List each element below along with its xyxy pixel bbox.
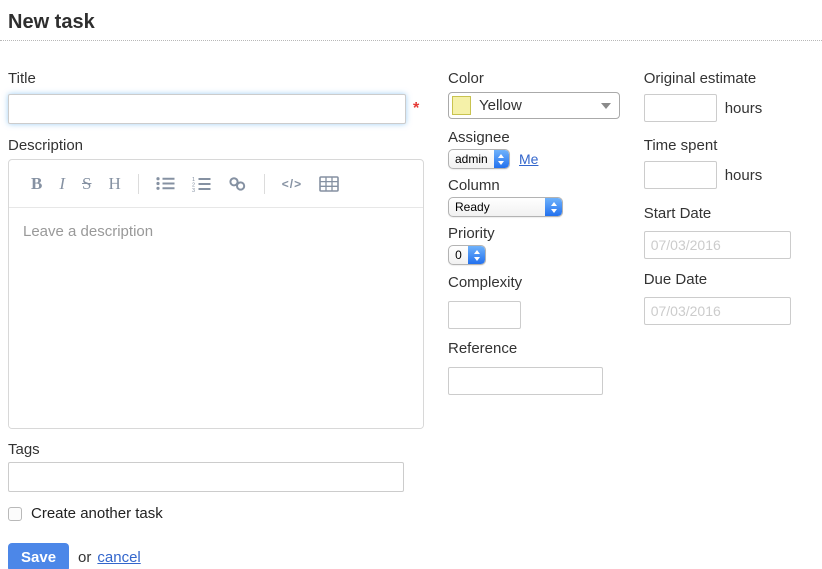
due-date-label: Due Date xyxy=(644,272,814,287)
toolbar-separator xyxy=(264,174,265,194)
required-asterisk: * xyxy=(413,100,419,118)
page-title: New task xyxy=(8,11,814,34)
original-estimate-suffix: hours xyxy=(725,100,763,117)
tags-label: Tags xyxy=(8,442,424,457)
time-spent-row: hours xyxy=(644,161,814,189)
time-spent-label: Time spent xyxy=(644,138,814,153)
assignee-row: admin Me xyxy=(448,149,644,178)
description-textarea[interactable] xyxy=(9,208,423,428)
original-estimate-label: Original estimate xyxy=(644,71,814,86)
complexity-input[interactable] xyxy=(448,301,521,329)
priority-select[interactable]: 0 xyxy=(448,245,486,265)
italic-icon[interactable]: I xyxy=(59,175,65,192)
start-date-input[interactable] xyxy=(644,231,791,259)
start-date-label: Start Date xyxy=(644,206,814,221)
column-row: Ready xyxy=(448,197,644,226)
assignee-label: Assignee xyxy=(448,130,644,145)
right-column: Original estimate hours Time spent hours… xyxy=(644,71,814,569)
chevron-down-icon xyxy=(601,103,611,109)
title-row: * xyxy=(8,94,424,124)
select-stepper-icon xyxy=(468,246,485,264)
left-column: Title * Description B I S H xyxy=(8,71,424,569)
reference-input[interactable] xyxy=(448,367,603,395)
original-estimate-input[interactable] xyxy=(644,94,717,122)
assignee-selected-value: admin xyxy=(449,150,494,168)
priority-selected-value: 0 xyxy=(449,246,468,264)
time-spent-suffix: hours xyxy=(725,167,763,184)
create-another-checkbox[interactable] xyxy=(8,507,22,521)
toolbar-separator xyxy=(138,174,139,194)
column-label: Column xyxy=(448,178,644,193)
description-label: Description xyxy=(8,138,424,153)
create-another-row: Create another task xyxy=(8,505,424,522)
select-stepper-icon xyxy=(545,198,562,216)
priority-row: 0 xyxy=(448,245,644,275)
unordered-list-icon[interactable] xyxy=(156,176,175,191)
editor-toolbar: B I S H 123 xyxy=(9,160,423,208)
description-editor: B I S H 123 xyxy=(8,159,424,429)
original-estimate-row: hours xyxy=(644,94,814,122)
svg-text:3: 3 xyxy=(192,188,195,192)
page-header: New task xyxy=(0,0,822,41)
color-swatch-yellow xyxy=(452,96,471,115)
title-input[interactable] xyxy=(8,94,406,124)
color-select[interactable]: Yellow xyxy=(448,92,620,119)
priority-label: Priority xyxy=(448,226,644,241)
ordered-list-icon[interactable]: 123 xyxy=(192,176,211,192)
create-another-label: Create another task xyxy=(31,505,163,522)
select-stepper-icon xyxy=(494,150,509,168)
or-text: or xyxy=(78,549,91,566)
middle-column: Color Yellow Assignee admin Me Column Re… xyxy=(448,71,644,569)
column-select[interactable]: Ready xyxy=(448,197,563,217)
color-label: Color xyxy=(448,71,644,86)
tags-input[interactable] xyxy=(8,462,404,492)
color-selected-value: Yellow xyxy=(479,97,601,114)
new-task-form: Title * Description B I S H xyxy=(0,71,822,569)
save-button[interactable]: Save xyxy=(8,543,69,569)
cancel-link[interactable]: cancel xyxy=(97,549,140,566)
complexity-label: Complexity xyxy=(448,275,644,290)
due-date-input[interactable] xyxy=(644,297,791,325)
link-icon[interactable] xyxy=(228,177,247,191)
assign-me-link[interactable]: Me xyxy=(519,151,538,167)
table-icon[interactable] xyxy=(319,176,339,192)
time-spent-input[interactable] xyxy=(644,161,717,189)
column-selected-value: Ready xyxy=(449,198,545,216)
bold-icon[interactable]: B xyxy=(31,175,42,192)
strikethrough-icon[interactable]: S xyxy=(82,175,91,192)
reference-label: Reference xyxy=(448,341,644,356)
form-actions: Save or cancel xyxy=(8,543,424,569)
heading-icon[interactable]: H xyxy=(108,175,120,192)
code-icon[interactable]: </> xyxy=(282,177,302,191)
assignee-select[interactable]: admin xyxy=(448,149,510,169)
title-label: Title xyxy=(8,71,424,86)
